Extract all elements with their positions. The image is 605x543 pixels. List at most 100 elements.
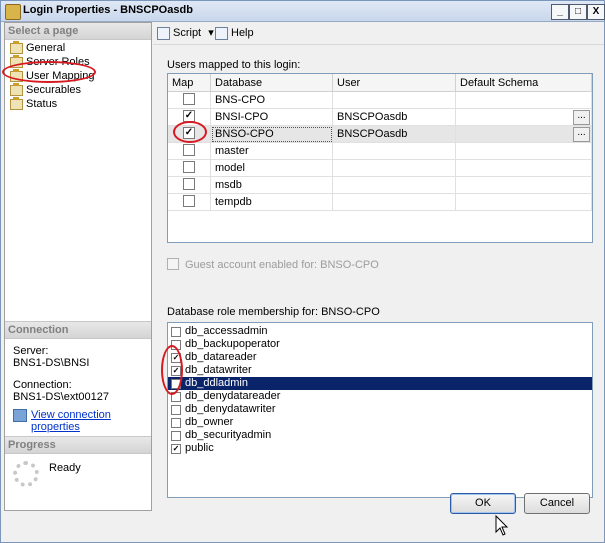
right-panel: Script ▾ Help Users mapped to this login… [153,22,604,509]
select-page-header: Select a page [5,23,151,40]
table-row[interactable]: master [168,142,592,160]
schema-browse-button[interactable]: ... [573,109,590,125]
progress-spinner-icon [13,461,39,487]
title-bar: Login Properties - BNSCPOasdb _ □ X [1,1,605,22]
list-item[interactable]: db_securityadmin [168,429,592,442]
list-item[interactable]: db_denydatareader [168,390,592,403]
list-item[interactable]: db_datawriter [168,364,592,377]
schema-cell[interactable]: ... [455,125,592,143]
table-row[interactable]: BNS-CPO [168,91,592,109]
help-icon [215,27,228,40]
role-checkbox[interactable] [171,379,181,389]
maximize-button[interactable]: □ [569,4,587,20]
script-label: Script [173,27,202,39]
col-default-schema[interactable]: Default Schema [455,74,592,92]
schema-cell[interactable] [455,142,592,160]
role-membership-list: db_accessadmin db_backupoperator db_data… [167,322,593,498]
role-name: db_accessadmin [185,325,268,337]
view-link-label: View connection properties [31,409,111,433]
list-item[interactable]: public [168,442,592,455]
page-general[interactable]: General [5,41,151,55]
schema-browse-button[interactable]: ... [573,126,590,142]
col-database[interactable]: Database [210,74,333,92]
minimize-button[interactable]: _ [551,4,569,20]
map-checkbox[interactable] [183,110,195,123]
role-checkbox[interactable] [171,444,181,454]
mouse-pointer-icon [495,515,509,536]
role-name: db_denydatawriter [185,403,276,415]
list-item[interactable]: db_backupoperator [168,338,592,351]
table-row[interactable]: BNSI-CPO BNSCPOasdb ... [168,108,592,126]
user-cell[interactable]: BNSCPOasdb [332,125,456,143]
left-panel: Select a page General Server Roles User … [4,22,152,511]
help-label: Help [231,27,254,39]
dropdown-arrow-icon[interactable]: ▾ [208,27,214,39]
guest-account-checkbox [167,258,179,271]
script-icon [157,27,170,40]
page-user-mapping[interactable]: User Mapping [5,69,151,83]
connection-label: Connection: [13,379,72,391]
list-item[interactable]: db_ddladmin [168,377,592,390]
schema-cell[interactable] [455,91,592,109]
ok-button[interactable]: OK [450,493,516,514]
cancel-button[interactable]: Cancel [524,493,590,514]
role-checkbox[interactable] [171,366,181,376]
progress-section: Progress Ready [5,436,151,511]
role-name: db_datareader [185,351,257,363]
user-cell[interactable] [332,176,456,194]
user-cell[interactable] [332,159,456,177]
role-checkbox[interactable] [171,431,181,441]
map-checkbox[interactable] [183,178,195,191]
page-securables[interactable]: Securables [5,83,151,97]
view-connection-properties-link[interactable]: View connection properties [5,409,151,433]
map-checkbox[interactable] [183,161,195,174]
user-cell[interactable] [332,142,456,160]
map-checkbox[interactable] [183,195,195,208]
list-item[interactable]: db_datareader [168,351,592,364]
role-checkbox[interactable] [171,405,181,415]
map-checkbox[interactable] [183,93,195,106]
role-checkbox[interactable] [171,418,181,428]
login-properties-window: Login Properties - BNSCPOasdb _ □ X Sele… [0,0,605,543]
table-row[interactable]: msdb [168,176,592,194]
page-icon [10,41,23,54]
close-button[interactable]: X [587,4,605,20]
map-checkbox[interactable] [183,127,195,140]
schema-cell[interactable] [455,159,592,177]
toolbar: Script ▾ Help [153,22,604,45]
role-membership-label: Database role membership for: BNSO-CPO [167,306,380,318]
page-server-roles[interactable]: Server Roles [5,55,151,69]
list-item[interactable]: db_denydatawriter [168,403,592,416]
page-label: General [26,42,66,54]
schema-cell[interactable]: ... [455,108,592,126]
page-label: User Mapping [26,70,95,82]
database-cell: tempdb [210,193,333,211]
script-button[interactable]: Script ▾ [157,26,214,40]
page-label: Status [26,98,58,110]
user-cell[interactable] [332,91,456,109]
help-button[interactable]: Help [215,26,254,40]
role-name: db_securityadmin [185,429,272,441]
col-map[interactable]: Map [168,74,211,92]
list-item[interactable]: db_accessadmin [168,325,592,338]
table-row[interactable]: tempdb [168,193,592,211]
table-row[interactable]: model [168,159,592,177]
map-checkbox[interactable] [183,144,195,157]
user-cell[interactable]: BNSCPOasdb [332,108,456,126]
schema-cell[interactable] [455,176,592,194]
role-checkbox[interactable] [171,392,181,402]
col-user[interactable]: User [332,74,456,92]
schema-cell[interactable] [455,193,592,211]
role-checkbox[interactable] [171,327,181,337]
server-value: BNS1-DS\BNSI [13,357,90,369]
database-cell: model [210,159,333,177]
list-item[interactable]: db_owner [168,416,592,429]
role-checkbox[interactable] [171,340,181,350]
page-icon [10,97,23,110]
role-name: db_owner [185,416,234,428]
page-list: General Server Roles User Mapping Secura… [5,40,151,111]
role-checkbox[interactable] [171,353,181,363]
user-cell[interactable] [332,193,456,211]
table-row[interactable]: BNSO-CPO BNSCPOasdb ... [168,125,592,143]
page-status[interactable]: Status [5,97,151,111]
